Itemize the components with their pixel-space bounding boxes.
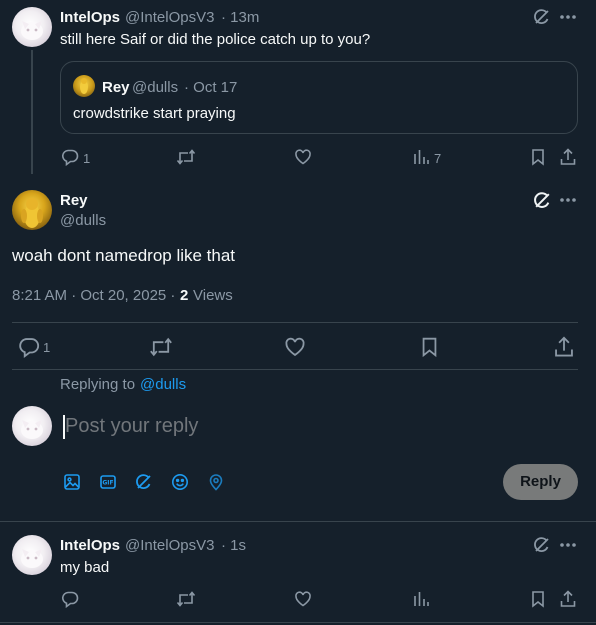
reply-count: 1 [43, 340, 51, 355]
share-icon[interactable] [559, 590, 577, 608]
quote-time: · Oct 17 [184, 79, 238, 96]
quote-author-name: Rey [102, 79, 130, 96]
like-icon[interactable] [294, 148, 312, 166]
bookmark-icon[interactable] [530, 590, 546, 608]
bookmark-icon[interactable] [530, 148, 546, 166]
grok-icon[interactable] [533, 8, 551, 26]
quote-author-handle: @dulls [132, 79, 179, 96]
emoji-icon[interactable] [171, 473, 189, 491]
location-icon[interactable] [207, 473, 225, 491]
views-icon[interactable] [412, 590, 430, 608]
share-icon[interactable] [559, 148, 577, 166]
like-icon[interactable] [294, 590, 312, 608]
post-text: my bad [60, 559, 110, 576]
image-icon[interactable] [63, 473, 81, 491]
author-handle[interactable]: @IntelOpsV3 [125, 9, 214, 26]
avatar [12, 406, 52, 446]
author-handle[interactable]: @IntelOpsV3 [125, 537, 214, 554]
quoted-tweet[interactable]: Rey @dulls · Oct 17 crowdstrike start pr… [60, 61, 578, 134]
reply-button[interactable]: Reply [503, 464, 578, 500]
avatar[interactable] [12, 7, 52, 47]
post-text: still here Saif or did the police catch … [60, 31, 371, 48]
share-icon[interactable] [553, 336, 575, 358]
views-count: 2 [180, 287, 189, 304]
author-name[interactable]: IntelOps [60, 537, 120, 554]
grok-icon[interactable] [533, 536, 551, 554]
reply-input[interactable]: Post your reply [62, 412, 492, 442]
post-time[interactable]: · 13m [221, 9, 259, 26]
quote-text: crowdstrike start praying [73, 105, 236, 122]
avatar[interactable] [12, 535, 52, 575]
grok-icon[interactable] [533, 191, 552, 210]
views-icon[interactable] [412, 148, 430, 166]
author-handle[interactable]: @dulls [60, 212, 106, 229]
post-text: woah dont namedrop like that [12, 246, 236, 265]
replying-to-label: Replying to [60, 376, 136, 393]
bookmark-icon[interactable] [420, 336, 439, 358]
like-icon[interactable] [284, 336, 306, 358]
reply-icon[interactable] [18, 336, 40, 358]
retweet-icon[interactable] [176, 590, 196, 608]
more-icon[interactable] [560, 15, 576, 19]
retweet-icon[interactable] [149, 336, 173, 358]
post-time[interactable]: · 1s [221, 537, 246, 554]
author-name[interactable]: IntelOps [60, 9, 120, 26]
retweet-icon[interactable] [176, 148, 196, 166]
section-divider [0, 622, 596, 623]
reply-input-placeholder: Post your reply [65, 415, 199, 437]
grok-icon[interactable] [135, 473, 153, 491]
replying-to-handle[interactable]: @dulls [140, 376, 186, 393]
view-count: 7 [434, 151, 442, 166]
post-timestamp[interactable]: 8:21 AM · Oct 20, 2025 · [12, 287, 175, 304]
more-icon[interactable] [560, 198, 576, 202]
reply-icon[interactable] [61, 148, 79, 166]
author-name[interactable]: Rey [60, 192, 88, 209]
avatar[interactable] [12, 190, 52, 230]
divider [12, 369, 578, 370]
svg-text:GIF: GIF [102, 480, 113, 487]
gif-icon[interactable]: GIF [99, 473, 117, 491]
divider [12, 322, 578, 323]
reply-icon[interactable] [61, 590, 79, 608]
thread-connector [31, 50, 33, 174]
section-divider [0, 521, 596, 522]
quote-avatar [73, 75, 95, 97]
reply-count: 1 [83, 151, 91, 166]
views-label: Views [193, 287, 233, 304]
more-icon[interactable] [560, 543, 576, 547]
